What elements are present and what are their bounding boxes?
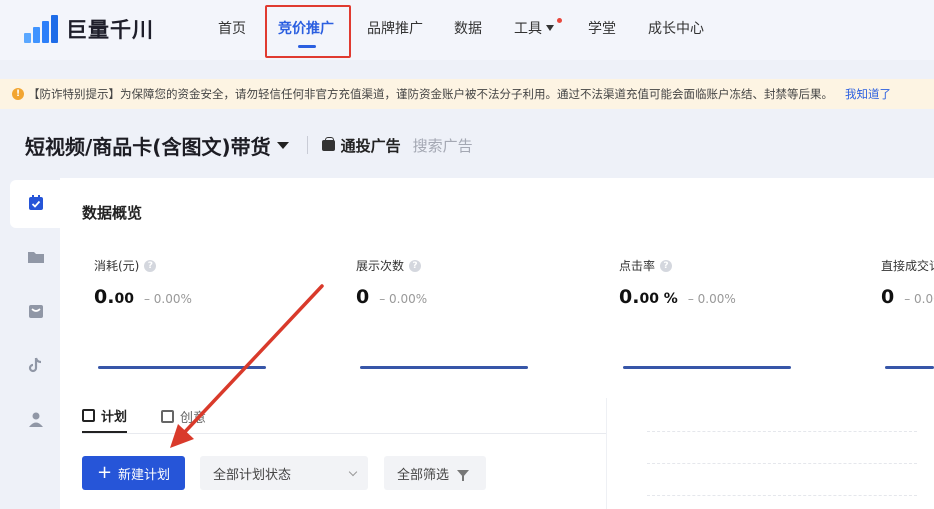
main-panel: 数据概览 消耗(元)? 0. 00 – 0.00% 展示次数? 0 – 0.00%… [60,178,934,509]
metric-ctr[interactable]: 点击率? 0. 00 % – 0.00% [619,257,736,308]
metric-cost[interactable]: 消耗(元)? 0. 00 – 0.00% [94,257,192,308]
anti-fraud-notice: ! 【防诈特别提示】为保障您的资金安全，请勿轻信任何非官方充值渠道，谨防资金账户… [0,79,934,109]
title-dropdown-icon[interactable] [276,141,289,149]
tab-search-ads[interactable]: 搜索广告 [413,135,473,156]
metric-change: – 0.00% [904,292,934,306]
metric-value: 0 [356,286,370,308]
all-filters-button[interactable]: 全部筛选 [384,456,486,490]
help-icon[interactable]: ? [660,259,673,272]
notice-dismiss-link[interactable]: 我知道了 [845,86,891,102]
top-navigation: 巨量千川 首页 竞价推广 品牌推广 数据 工具 学堂 成长中心 [0,0,934,60]
user-icon[interactable] [27,410,45,428]
gridline [647,495,917,496]
brand-logo[interactable]: 巨量千川 [22,12,154,46]
tab-creatives-label: 创意 [180,411,207,426]
tiktok-icon[interactable] [27,356,45,374]
gridline [647,431,917,432]
divider [306,136,308,154]
creative-icon [161,410,175,423]
warning-icon: ! [12,88,24,100]
folder-icon[interactable] [27,248,45,266]
metric-change: – 0.00% [379,292,428,306]
briefcase-icon [321,136,335,151]
tab-general-ads-label: 通投广告 [340,136,401,155]
metric-change: – 0.00% [687,292,736,306]
notification-dot [557,18,562,23]
new-plan-label: 新建计划 [118,467,171,483]
store-icon[interactable] [27,302,45,320]
trend-line [885,366,934,369]
page-header: 短视频/商品卡(含图文)带货 通投广告 搜索广告 [25,131,473,159]
all-filters-label: 全部筛选 [397,467,450,483]
left-sidebar [10,180,60,509]
nav-item-data[interactable]: 数据 [454,18,482,38]
divider [82,433,606,434]
caret-down-icon [546,25,554,31]
metric-impressions[interactable]: 展示次数? 0 – 0.00% [356,257,427,308]
highlight-box [265,5,351,58]
metric-change: – 0.00% [143,292,192,306]
trend-line [623,366,791,369]
trend-line [98,366,266,369]
metric-label: 展示次数 [356,259,405,273]
chart-area [606,398,934,509]
plan-creative-tabs: 计划 创意 [82,400,240,433]
plan-status-value: 全部计划状态 [213,467,292,483]
nav-item-brand-promotion[interactable]: 品牌推广 [367,18,423,38]
metric-label: 直接成交订单数 [881,259,934,273]
metric-value: 0. [94,286,115,308]
calendar-check-icon[interactable] [27,194,45,212]
filter-icon [457,469,470,481]
overview-title: 数据概览 [82,204,143,222]
nav-item-growth-center[interactable]: 成长中心 [648,18,704,38]
new-plan-button[interactable]: + 新建计划 [82,456,185,490]
tab-plans-label: 计划 [101,410,128,425]
metric-value-decimal: 00 [114,291,134,307]
tab-general-ads[interactable]: 通投广告 [321,135,401,156]
trend-line [360,366,528,369]
logo-bars-icon [22,13,62,45]
brand-name: 巨量千川 [66,18,154,42]
nav-item-tools[interactable]: 工具 [514,18,554,38]
metric-value: 0 [881,286,895,308]
chevron-down-icon [348,467,358,477]
calendar-icon [82,409,95,422]
gridline [647,463,917,464]
page-title[interactable]: 短视频/商品卡(含图文)带货 [25,131,271,160]
nav-item-home[interactable]: 首页 [218,18,246,38]
plus-icon: + [96,462,113,483]
plan-status-select[interactable]: 全部计划状态 [200,456,368,490]
tab-creatives[interactable]: 创意 [161,400,206,433]
metric-direct-orders[interactable]: 直接成交订单数 0 – 0.00% [881,257,934,317]
help-icon[interactable]: ? [144,259,157,272]
nav-item-tools-label: 工具 [514,21,542,37]
metric-value: 0. [619,286,640,308]
tab-plans[interactable]: 计划 [82,400,128,433]
notice-text: 【防诈特别提示】为保障您的资金安全，请勿轻信任何非官方充值渠道，谨防资金账户被不… [28,87,833,101]
metric-value-decimal: 00 % [639,291,678,307]
help-icon[interactable]: ? [409,259,422,272]
metric-label: 点击率 [619,259,656,273]
metric-label: 消耗(元) [94,259,140,273]
nav-item-academy[interactable]: 学堂 [588,18,616,38]
